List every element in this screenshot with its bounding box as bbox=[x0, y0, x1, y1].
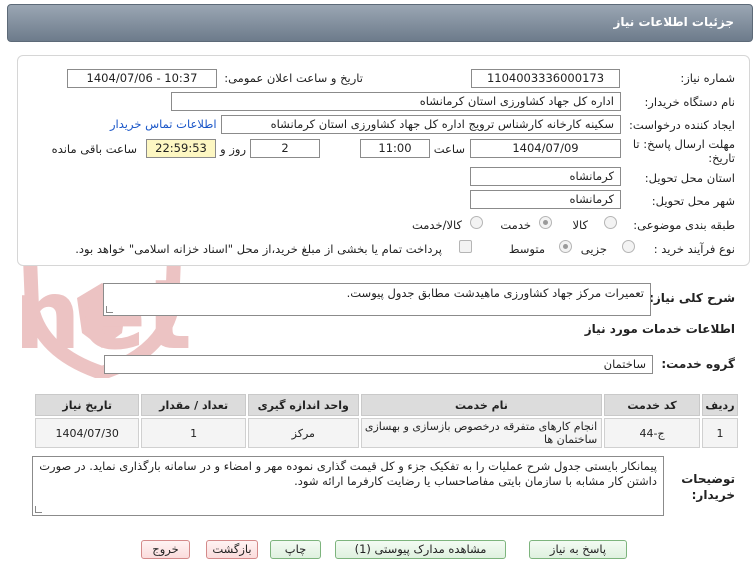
reply-button[interactable]: پاسخ به نیاز bbox=[529, 540, 627, 559]
column-header: ردیف bbox=[701, 394, 738, 416]
days-label: روز و bbox=[220, 142, 246, 156]
category-goods-service-label: کالا/خدمت bbox=[411, 218, 462, 232]
category-label: طبقه بندی موضوعی: bbox=[633, 218, 735, 232]
cell-row-number: 1 bbox=[701, 418, 738, 448]
page-title: جزئیات اطلاعات نیاز bbox=[613, 15, 734, 29]
category-goods-radio[interactable] bbox=[604, 216, 617, 229]
services-title: اطلاعات خدمات مورد نیاز bbox=[584, 322, 735, 336]
creator-label: ایجاد کننده درخواست: bbox=[629, 118, 735, 132]
process-minor-radio[interactable] bbox=[622, 240, 635, 253]
buyer-label: نام دستگاه خریدار: bbox=[644, 95, 735, 109]
city-label: شهر محل تحویل: bbox=[651, 194, 735, 208]
services-table: ردیف کد خدمت نام خدمت واحد اندازه گیری ت… bbox=[33, 392, 740, 450]
category-goods-label: کالا bbox=[572, 218, 588, 232]
buyer-contact-link[interactable]: اطلاعات تماس خریدار bbox=[110, 117, 217, 131]
column-header: کد خدمت bbox=[604, 394, 700, 416]
need-number-field: 1104003336000173 bbox=[471, 69, 620, 88]
province-label: استان محل تحویل: bbox=[644, 171, 735, 185]
resize-handle-icon[interactable] bbox=[35, 506, 42, 513]
buyer-notes-label-2: خریدار: bbox=[691, 488, 735, 502]
table-row: 1 ج-44 انجام کارهای متفرقه درخصوص بازساز… bbox=[35, 418, 738, 448]
deadline-time-field: 11:00 bbox=[360, 139, 430, 158]
table-header-row: ردیف کد خدمت نام خدمت واحد اندازه گیری ت… bbox=[35, 394, 738, 416]
announce-label: تاریخ و ساعت اعلان عمومی: bbox=[224, 71, 363, 85]
view-attachments-button[interactable]: مشاهده مدارک پیوستی (1) bbox=[335, 540, 506, 559]
time-remaining-label: ساعت باقی مانده bbox=[51, 142, 137, 156]
time-remaining-field: 22:59:53 bbox=[146, 139, 216, 158]
cell-unit: مرکز bbox=[247, 418, 359, 448]
deadline-label-date: تاریخ: bbox=[708, 151, 735, 165]
exit-button[interactable]: خروج bbox=[141, 540, 190, 559]
description-textarea: تعمیرات مرکز جهاد کشاورزی ماهیدشت مطابق … bbox=[103, 283, 651, 316]
column-header: نام خدمت bbox=[360, 394, 603, 416]
process-medium-radio[interactable] bbox=[559, 240, 572, 253]
resize-handle-icon[interactable] bbox=[106, 306, 113, 313]
creator-field: سکینه کارخانه کارشناس ترویج اداره کل جها… bbox=[221, 115, 621, 134]
need-number-label: شماره نیاز: bbox=[680, 71, 735, 85]
cell-need-date: 1404/07/30 bbox=[35, 418, 140, 448]
category-service-label: خدمت bbox=[500, 218, 531, 232]
deadline-date-field: 1404/07/09 bbox=[470, 139, 621, 158]
back-button[interactable]: بازگشت bbox=[206, 540, 258, 559]
page-header: جزئیات اطلاعات نیاز bbox=[0, 0, 755, 44]
column-header: تاریخ نیاز bbox=[35, 394, 140, 416]
cell-quantity: 1 bbox=[141, 418, 246, 448]
treasury-payment-checkbox[interactable] bbox=[459, 240, 472, 253]
service-group-field: ساختمان bbox=[104, 355, 653, 374]
service-group-label: گروه خدمت: bbox=[661, 357, 735, 371]
process-minor-label: جزیی bbox=[580, 242, 607, 256]
buyer-notes-label: توضیحات bbox=[681, 472, 735, 486]
buyer-field: اداره کل جهاد کشاورزی استان کرمانشاه bbox=[171, 92, 621, 111]
category-service-radio[interactable] bbox=[539, 216, 552, 229]
header-bar: جزئیات اطلاعات نیاز bbox=[7, 4, 753, 42]
column-header: واحد اندازه گیری bbox=[247, 394, 359, 416]
city-field: کرمانشاه bbox=[470, 190, 621, 209]
column-header: تعداد / مقدار bbox=[141, 394, 246, 416]
description-text: تعمیرات مرکز جهاد کشاورزی ماهیدشت مطابق … bbox=[346, 286, 644, 300]
description-label: شرح کلی نیاز: bbox=[649, 291, 735, 305]
cell-service-name: انجام کارهای متفرقه درخصوص بازسازی و بهس… bbox=[360, 418, 603, 448]
announce-field: 1404/07/06 - 10:37 bbox=[67, 69, 217, 88]
buyer-notes-text: پیمانکار بایستی جدول شرح عملیات را به تف… bbox=[39, 459, 657, 488]
cell-service-code: ج-44 bbox=[604, 418, 700, 448]
process-type-label: نوع فرآیند خرید : bbox=[653, 242, 735, 256]
treasury-payment-note: پرداخت تمام یا بخشی از مبلغ خرید،از محل … bbox=[75, 242, 442, 256]
deadline-label: مهلت ارسال پاسخ: تا bbox=[632, 137, 735, 151]
category-goods-service-radio[interactable] bbox=[470, 216, 483, 229]
buyer-notes-textarea: پیمانکار بایستی جدول شرح عملیات را به تف… bbox=[32, 456, 664, 516]
days-remaining-field: 2 bbox=[250, 139, 320, 158]
province-field: کرمانشاه bbox=[470, 167, 621, 186]
process-medium-label: متوسط bbox=[508, 242, 545, 256]
print-button[interactable]: چاپ bbox=[270, 540, 321, 559]
deadline-time-label: ساعت bbox=[433, 142, 465, 156]
